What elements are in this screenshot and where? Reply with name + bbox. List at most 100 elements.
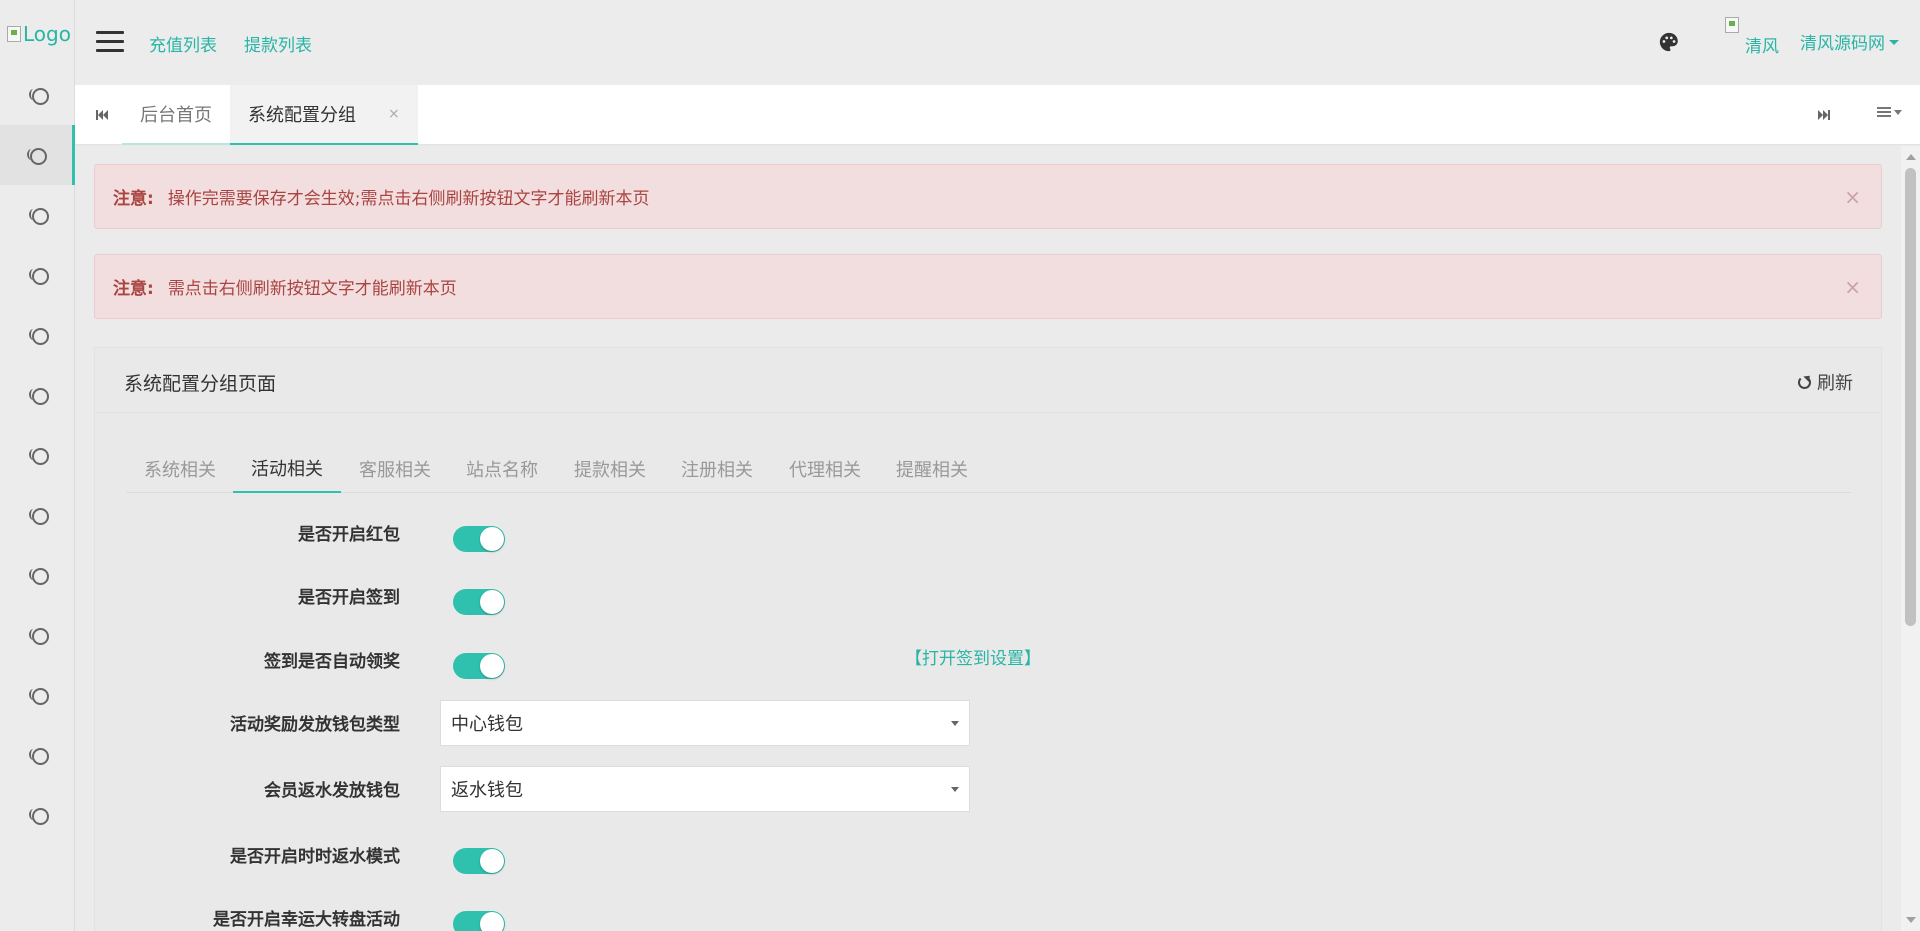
tab-withdrawal[interactable]: 提款相关 — [556, 445, 664, 493]
tab-customer-service[interactable]: 客服相关 — [341, 445, 449, 493]
user-menu-dropdown[interactable]: 清风源码网 — [1800, 29, 1899, 54]
tab-agent[interactable]: 代理相关 — [771, 445, 879, 493]
select-value: 中心钱包 — [451, 714, 523, 735]
circle-icon — [28, 87, 49, 105]
main-content: 注意: 操作完需要保存才会生效;需点击右侧刷新按钮文字才能刷新本页 × 注意: … — [75, 146, 1901, 931]
caret-down-icon — [1894, 109, 1902, 115]
circle-icon — [28, 507, 49, 525]
scroll-down-arrow-icon[interactable] — [1906, 917, 1916, 923]
tab-scroll-left-button[interactable] — [91, 105, 113, 125]
toggle-knob — [480, 590, 504, 614]
tab-site-name[interactable]: 站点名称 — [448, 445, 556, 493]
tab-home[interactable]: 后台首页 — [122, 85, 230, 145]
circle-icon — [28, 747, 49, 765]
circle-icon — [28, 627, 49, 645]
tab-close-icon[interactable]: × — [388, 106, 400, 122]
reward-wallet-select[interactable]: 中心钱包 — [440, 700, 970, 746]
broken-image-icon — [1725, 17, 1739, 33]
field-label-auto-claim: 签到是否自动领奖 — [264, 652, 400, 672]
alert-close-icon[interactable]: × — [1844, 185, 1861, 209]
caret-down-icon — [951, 787, 959, 792]
circle-icon — [28, 387, 49, 405]
circle-icon — [27, 147, 47, 165]
alert-save-notice: 注意: 操作完需要保存才会生效;需点击右侧刷新按钮文字才能刷新本页 × — [94, 164, 1882, 229]
toggle-knob — [480, 912, 504, 931]
skip-forward-icon — [1818, 110, 1830, 120]
tab-system-config-group[interactable]: 系统配置分组 × — [230, 85, 418, 145]
tab-activity[interactable]: 活动相关 — [233, 445, 341, 493]
circle-icon — [28, 267, 49, 285]
refresh-button[interactable]: 刷新 — [1798, 369, 1853, 395]
logo[interactable]: Logo — [7, 22, 71, 46]
sidebar: Logo — [0, 0, 75, 931]
auto-claim-toggle[interactable] — [453, 653, 505, 679]
skip-back-icon — [96, 110, 108, 120]
circle-icon — [28, 807, 49, 825]
top-header: 充值列表 提款列表 清风 清风源码网 — [75, 0, 1920, 85]
tab-options-dropdown[interactable] — [1877, 105, 1902, 119]
tab-system-config-group-label: 系统配置分组 — [248, 105, 356, 126]
realtime-rebate-toggle[interactable] — [453, 848, 505, 874]
select-value: 返水钱包 — [451, 780, 523, 801]
sidebar-item-8[interactable] — [0, 485, 75, 545]
field-label-rebate-wallet: 会员返水发放钱包 — [264, 781, 400, 801]
avatar[interactable]: 清风 — [1725, 15, 1785, 57]
broken-image-icon — [7, 26, 21, 42]
sidebar-item-12[interactable] — [0, 725, 75, 785]
config-panel: 系统配置分组页面 刷新 系统相关 活动相关 客服相关 站点名称 提款相关 注册相… — [94, 347, 1882, 931]
rebate-wallet-select[interactable]: 返水钱包 — [440, 766, 970, 812]
tab-system[interactable]: 系统相关 — [126, 445, 234, 493]
list-icon — [1877, 105, 1891, 119]
tab-registration[interactable]: 注册相关 — [663, 445, 771, 493]
config-tabs: 系统相关 活动相关 客服相关 站点名称 提款相关 注册相关 代理相关 提醒相关 — [126, 445, 1851, 493]
sidebar-item-11[interactable] — [0, 665, 75, 725]
sidebar-item-13[interactable] — [0, 785, 75, 845]
refresh-icon — [1798, 375, 1811, 389]
tab-scroll-right-button[interactable] — [1813, 105, 1835, 125]
sidebar-item-7[interactable] — [0, 425, 75, 485]
sidebar-item-2[interactable] — [0, 125, 75, 185]
field-label-realtime-rebate: 是否开启时时返水模式 — [230, 847, 400, 867]
page-tab-strip: 后台首页 系统配置分组 × — [75, 85, 1920, 145]
scroll-up-arrow-icon[interactable] — [1906, 154, 1916, 160]
sidebar-item-6[interactable] — [0, 365, 75, 425]
red-packet-toggle[interactable] — [453, 526, 505, 552]
lucky-wheel-toggle[interactable] — [453, 911, 505, 931]
hamburger-menu-icon[interactable] — [96, 31, 124, 53]
field-label-reward-wallet-type: 活动奖励发放钱包类型 — [230, 715, 400, 735]
toggle-knob — [480, 849, 504, 873]
avatar-alt-text: 清风 — [1745, 37, 1779, 57]
sidebar-item-9[interactable] — [0, 545, 75, 605]
alert-refresh-notice: 注意: 需点击右侧刷新按钮文字才能刷新本页 × — [94, 254, 1882, 319]
refresh-label: 刷新 — [1817, 373, 1853, 394]
sign-in-toggle[interactable] — [453, 589, 505, 615]
alert-text: 需点击右侧刷新按钮文字才能刷新本页 — [167, 279, 457, 299]
circle-icon — [28, 567, 49, 585]
open-sign-in-settings-link[interactable]: 【打开签到设置】 — [905, 644, 1041, 669]
sidebar-item-1[interactable] — [0, 65, 75, 125]
recharge-list-link[interactable]: 充值列表 — [149, 31, 217, 56]
caret-down-icon — [1889, 40, 1899, 45]
tab-home-label: 后台首页 — [140, 105, 212, 126]
palette-icon[interactable] — [1658, 31, 1680, 53]
panel-header: 系统配置分组页面 刷新 — [95, 348, 1881, 413]
panel-title: 系统配置分组页面 — [124, 373, 277, 395]
alert-text: 操作完需要保存才会生效;需点击右侧刷新按钮文字才能刷新本页 — [167, 189, 650, 209]
scrollbar-thumb[interactable] — [1905, 168, 1916, 626]
circle-icon — [28, 327, 49, 345]
alert-prefix: 注意: — [113, 279, 154, 299]
sidebar-item-4[interactable] — [0, 245, 75, 305]
alert-prefix: 注意: — [113, 189, 154, 209]
logo-alt-text: Logo — [23, 22, 71, 46]
withdraw-list-link[interactable]: 提款列表 — [244, 31, 312, 56]
alert-close-icon[interactable]: × — [1844, 275, 1861, 299]
tab-reminder[interactable]: 提醒相关 — [878, 445, 986, 493]
sidebar-item-3[interactable] — [0, 185, 75, 245]
user-name: 清风源码网 — [1800, 34, 1885, 54]
sidebar-item-5[interactable] — [0, 305, 75, 365]
vertical-scrollbar[interactable] — [1901, 146, 1920, 931]
caret-down-icon — [951, 721, 959, 726]
sidebar-item-10[interactable] — [0, 605, 75, 665]
circle-icon — [28, 207, 49, 225]
field-label-red-packet: 是否开启红包 — [298, 525, 400, 545]
